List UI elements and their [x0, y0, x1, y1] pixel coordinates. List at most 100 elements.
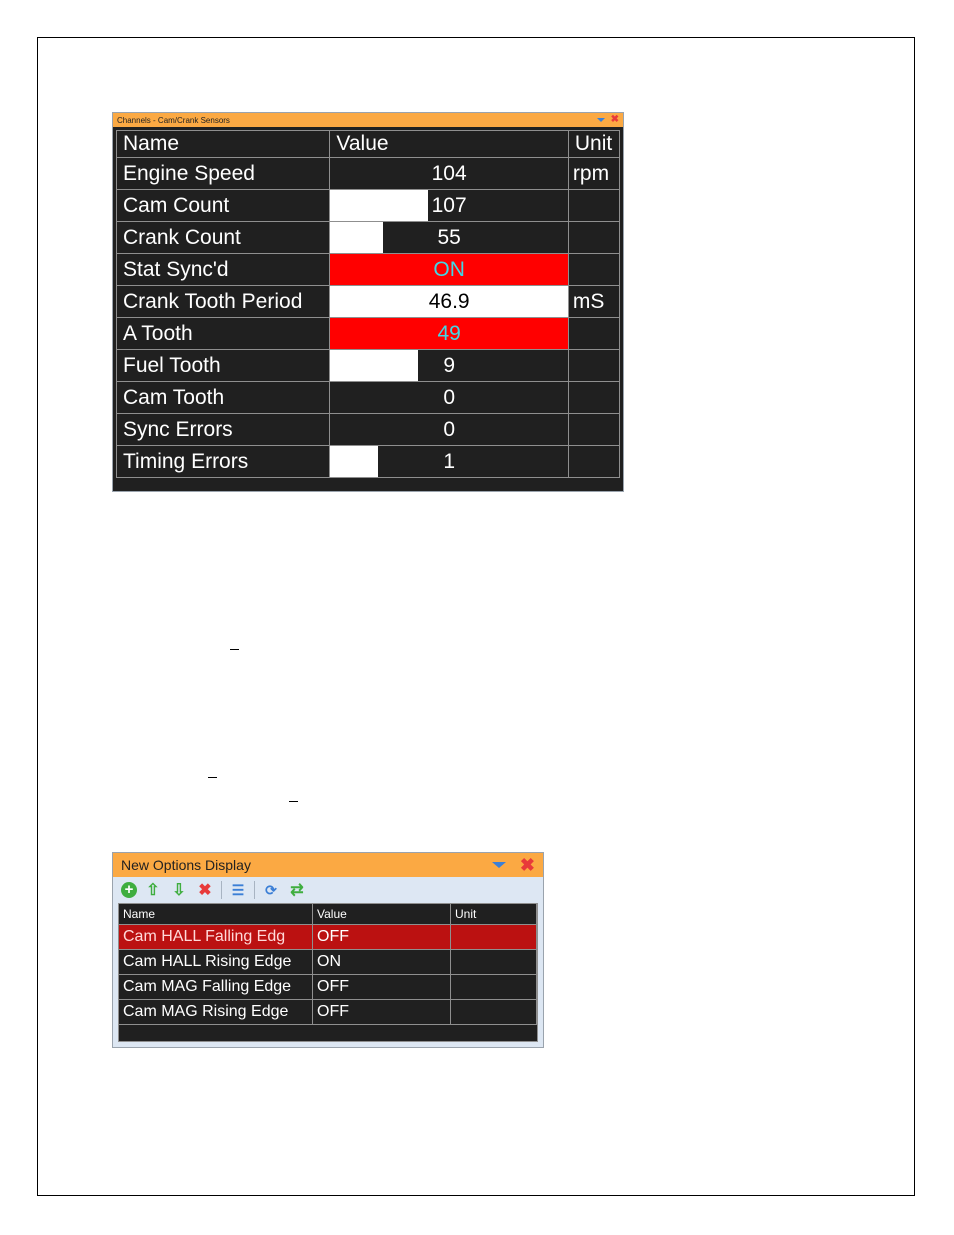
channel-value: ON — [433, 257, 465, 281]
option-row[interactable]: Cam HALL Falling Edg OFF — [119, 924, 537, 950]
close-icon[interactable]: ✖ — [520, 856, 535, 874]
channel-unit — [567, 221, 621, 254]
refresh-icon[interactable]: ⇄ — [287, 880, 307, 900]
channel-row[interactable]: Fuel Tooth 9 — [115, 349, 621, 382]
channel-value: 1 — [443, 449, 455, 473]
channels-panel: Channels - Cam/Crank Sensors ✖ Name Valu… — [112, 112, 624, 492]
column-header-unit[interactable]: Unit — [450, 904, 537, 925]
channel-row[interactable]: Cam Count 107 — [115, 189, 621, 222]
channel-row[interactable]: Crank Count 55 — [115, 221, 621, 254]
channel-row[interactable]: Stat Sync'd ON — [115, 253, 621, 286]
list-icon[interactable]: ☰ — [228, 880, 248, 900]
channel-name: Cam Tooth — [115, 381, 331, 414]
refresh-all-icon[interactable]: ⟳ — [261, 880, 281, 900]
channel-name: Crank Count — [115, 221, 331, 254]
channel-row[interactable]: A Tooth 49 — [115, 317, 621, 350]
options-panel: New Options Display ✖ + ⇧ ⇩ ✖ ☰ ⟳ ⇄ Name… — [112, 852, 544, 1048]
text-dash — [230, 649, 239, 650]
value-bar — [330, 446, 378, 477]
column-header-value[interactable]: Value — [329, 130, 569, 158]
option-name: Cam HALL Falling Edg — [119, 924, 313, 950]
channels-table-header: Name Value Unit — [115, 130, 621, 158]
option-unit — [450, 949, 537, 975]
text-dash — [289, 801, 298, 802]
option-row[interactable]: Cam HALL Rising Edge ON — [119, 949, 537, 975]
channel-row[interactable]: Timing Errors 1 — [115, 445, 621, 478]
channel-value: 49 — [437, 321, 461, 345]
option-value[interactable]: OFF — [312, 924, 451, 950]
value-bar — [330, 222, 383, 253]
move-down-icon[interactable]: ⇩ — [169, 880, 189, 900]
channel-row[interactable]: Engine Speed 104 rpm — [115, 157, 621, 190]
channel-unit — [567, 253, 621, 286]
channels-table: Name Value Unit Engine Speed 104 rpm Cam Co… — [115, 130, 621, 478]
channel-unit: mS — [567, 285, 621, 318]
options-toolbar: + ⇧ ⇩ ✖ ☰ ⟳ ⇄ — [113, 877, 543, 903]
add-icon[interactable]: + — [121, 882, 137, 898]
channel-value-cell: 0 — [329, 381, 569, 414]
channel-value-cell: 1 — [329, 445, 569, 478]
option-name: Cam HALL Rising Edge — [119, 949, 313, 975]
options-table: Name Value Unit Cam HALL Falling Edg OFF C… — [119, 904, 537, 1025]
option-name: Cam MAG Falling Edge — [119, 974, 313, 1000]
channels-panel-titlebar[interactable]: Channels - Cam/Crank Sensors ✖ — [113, 113, 623, 127]
option-unit — [450, 974, 537, 1000]
channel-value-cell: 9 — [329, 349, 569, 382]
channel-name: Cam Count — [115, 189, 331, 222]
text-dash — [208, 777, 217, 778]
channel-unit — [567, 317, 621, 350]
channel-value-cell: 107 — [329, 189, 569, 222]
channel-name: Timing Errors — [115, 445, 331, 478]
channel-value: 0 — [443, 385, 455, 409]
channel-value: 46.9 — [428, 289, 470, 313]
column-header-name[interactable]: Name — [119, 904, 313, 925]
delete-icon[interactable]: ✖ — [195, 880, 215, 900]
option-row[interactable]: Cam MAG Falling Edge OFF — [119, 974, 537, 1000]
channels-panel-title: Channels - Cam/Crank Sensors — [117, 115, 230, 125]
close-icon[interactable]: ✖ — [611, 115, 619, 125]
option-unit — [450, 924, 537, 950]
value-bar — [330, 350, 419, 381]
channel-unit — [567, 189, 621, 222]
option-name: Cam MAG Rising Edge — [119, 999, 313, 1025]
channel-name: Engine Speed — [115, 157, 331, 190]
column-header-unit[interactable]: Unit — [567, 130, 621, 158]
channel-value-cell: ON — [329, 253, 569, 286]
toolbar-separator — [221, 881, 222, 899]
channel-row[interactable]: Sync Errors 0 — [115, 413, 621, 446]
channel-value-cell: 104 — [329, 157, 569, 190]
channel-name: Fuel Tooth — [115, 349, 331, 382]
channel-value: 104 — [431, 161, 467, 185]
dropdown-arrow-icon[interactable] — [491, 862, 506, 868]
toolbar-separator — [254, 881, 255, 899]
channel-value-cell: 46.9 — [329, 285, 569, 318]
column-header-name[interactable]: Name — [115, 130, 331, 158]
option-value[interactable]: ON — [312, 949, 451, 975]
move-up-icon[interactable]: ⇧ — [143, 880, 163, 900]
channel-unit: rpm — [567, 157, 621, 190]
options-table-container: Name Value Unit Cam HALL Falling Edg OFF C… — [118, 903, 538, 1042]
option-row[interactable]: Cam MAG Rising Edge OFF — [119, 999, 537, 1025]
channel-value: 9 — [443, 353, 455, 377]
channel-row[interactable]: Crank Tooth Period 46.9 mS — [115, 285, 621, 318]
channel-unit — [567, 413, 621, 446]
channel-unit — [567, 445, 621, 478]
column-header-value[interactable]: Value — [312, 904, 451, 925]
option-unit — [450, 999, 537, 1025]
option-value[interactable]: OFF — [312, 999, 451, 1025]
channel-value: 107 — [431, 193, 467, 217]
channel-value-cell: 49 — [329, 317, 569, 350]
channel-unit — [567, 349, 621, 382]
value-bar — [330, 190, 428, 221]
options-panel-titlebar[interactable]: New Options Display ✖ — [113, 853, 543, 877]
channel-value-cell: 0 — [329, 413, 569, 446]
dropdown-arrow-icon[interactable] — [596, 118, 605, 122]
channel-value: 55 — [437, 225, 461, 249]
channel-name: A Tooth — [115, 317, 331, 350]
option-value[interactable]: OFF — [312, 974, 451, 1000]
channel-row[interactable]: Cam Tooth 0 — [115, 381, 621, 414]
options-panel-title: New Options Display — [121, 857, 251, 873]
channel-value: 0 — [443, 417, 455, 441]
options-table-header: Name Value Unit — [119, 904, 537, 925]
channel-unit — [567, 381, 621, 414]
